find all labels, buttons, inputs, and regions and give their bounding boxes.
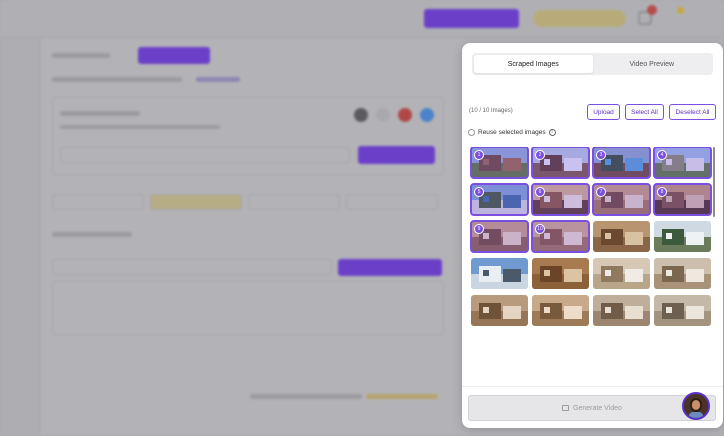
background-url-input <box>60 147 350 163</box>
selection-order-badge: 4 <box>657 150 667 160</box>
selection-order-badge: 2 <box>535 150 545 160</box>
image-thumbnail[interactable]: 10 <box>531 220 590 253</box>
image-grid: 1 2 3 4 5 6 7 8 9 10 <box>470 147 718 326</box>
image-thumbnail[interactable] <box>532 295 589 326</box>
image-thumbnail[interactable] <box>654 258 711 289</box>
panel-tabs: Scraped Images Video Preview <box>472 53 713 75</box>
image-thumbnail[interactable] <box>532 258 589 289</box>
selection-order-badge: 5 <box>474 187 484 197</box>
selection-order-badge: 9 <box>474 224 484 234</box>
background-scrape-button <box>358 146 435 164</box>
background-footer-text <box>250 394 362 399</box>
image-thumbnail[interactable] <box>593 221 650 252</box>
background-select-2 <box>150 194 242 210</box>
reuse-selected-label: Reuse selected images <box>478 129 546 136</box>
generate-video-button[interactable]: Generate Video <box>468 395 716 421</box>
avatar-portrait-icon <box>684 394 708 418</box>
image-thumbnail[interactable]: 8 <box>653 183 712 216</box>
background-subtitle <box>52 77 182 82</box>
info-icon[interactable]: i <box>548 129 556 136</box>
image-thumbnail-picture <box>593 221 650 252</box>
background-swatch-4 <box>420 108 434 122</box>
background-select-4 <box>346 194 438 210</box>
video-icon <box>562 405 570 411</box>
background-card-sub <box>60 125 220 129</box>
image-thumbnail-picture <box>532 295 589 326</box>
background-script-input <box>52 259 332 275</box>
image-thumbnail[interactable]: 1 <box>470 147 529 179</box>
image-grid-container: 1 2 3 4 5 6 7 8 9 10 <box>470 147 718 363</box>
image-thumbnail[interactable]: 9 <box>470 220 529 253</box>
background-textarea <box>52 281 444 335</box>
background-notification-dot <box>647 5 657 15</box>
image-thumbnail[interactable] <box>471 258 528 289</box>
panel-divider <box>462 386 723 387</box>
background-link <box>196 77 240 82</box>
image-thumbnail-picture <box>532 258 589 289</box>
image-thumbnail-picture <box>593 258 650 289</box>
image-thumbnail-picture <box>654 258 711 289</box>
background-swatch-2 <box>376 108 390 122</box>
select-all-button[interactable]: Select All <box>625 104 664 120</box>
image-thumbnail[interactable] <box>593 258 650 289</box>
image-thumbnail[interactable]: 7 <box>592 183 651 216</box>
image-thumbnail-picture <box>593 295 650 326</box>
background-create-button <box>424 9 519 28</box>
selection-order-badge: 6 <box>535 187 545 197</box>
reuse-selected-row: Reuse selected images i <box>468 129 556 136</box>
tab-scraped-images[interactable]: Scraped Images <box>474 55 593 73</box>
selection-order-badge: 3 <box>596 150 606 160</box>
selection-order-badge: 8 <box>657 187 667 197</box>
image-thumbnail[interactable] <box>654 295 711 326</box>
background-swatch-1 <box>354 108 368 122</box>
image-thumbnail[interactable] <box>471 295 528 326</box>
support-chat-avatar[interactable] <box>682 392 710 420</box>
image-thumbnail[interactable]: 2 <box>531 147 590 179</box>
reuse-selected-checkbox[interactable] <box>468 129 475 136</box>
image-thumbnail-picture <box>654 221 711 252</box>
tab-video-preview[interactable]: Video Preview <box>593 55 712 73</box>
selection-order-badge: 1 <box>474 150 484 160</box>
image-thumbnail[interactable] <box>654 221 711 252</box>
background-credits-badge <box>533 10 626 27</box>
background-swatch-3 <box>398 108 412 122</box>
selection-order-badge: 10 <box>535 224 545 234</box>
background-advanced <box>52 232 132 237</box>
background-user-dot <box>677 7 684 14</box>
image-thumbnail[interactable]: 4 <box>653 147 712 179</box>
deselect-all-button[interactable]: Deselect All <box>669 104 716 120</box>
background-select-3 <box>248 194 340 210</box>
generate-video-label: Generate Video <box>573 404 622 412</box>
background-title <box>52 53 110 58</box>
background-footer-badge <box>366 394 438 399</box>
image-thumbnail-picture <box>654 295 711 326</box>
background-purple-button <box>138 47 210 64</box>
image-thumbnail-picture <box>471 258 528 289</box>
background-select-1 <box>52 194 144 210</box>
upload-button[interactable]: Upload <box>587 104 620 120</box>
image-thumbnail[interactable] <box>593 295 650 326</box>
image-thumbnail[interactable]: 5 <box>470 183 529 216</box>
selection-order-badge: 7 <box>596 187 606 197</box>
image-thumbnail-picture <box>471 295 528 326</box>
image-count-label: (10 / 10 Images) <box>469 108 513 114</box>
image-grid-scrollbar[interactable] <box>713 147 715 217</box>
image-selection-panel: Scraped Images Video Preview (10 / 10 Im… <box>462 43 723 428</box>
image-thumbnail[interactable]: 6 <box>531 183 590 216</box>
image-thumbnail[interactable]: 3 <box>592 147 651 179</box>
background-card-title <box>60 111 140 116</box>
background-sidebar <box>0 38 40 436</box>
background-generate-script <box>338 259 442 276</box>
